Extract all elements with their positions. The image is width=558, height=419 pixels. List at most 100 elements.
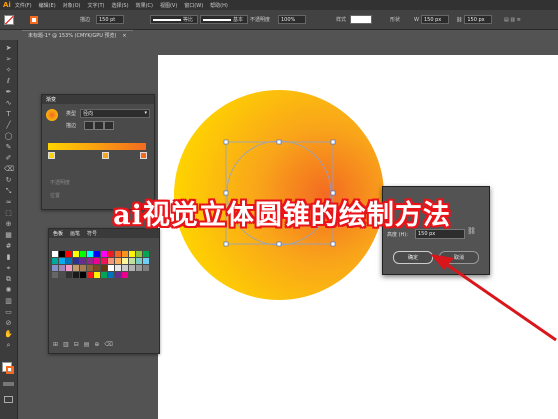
swatch-cell[interactable] [87, 251, 93, 257]
swatch-cell[interactable] [136, 258, 142, 264]
eraser-tool-icon[interactable]: ⌫ [4, 165, 14, 173]
screen-mode-icon[interactable] [4, 396, 13, 403]
swatch-cell[interactable] [66, 251, 72, 257]
swatch-cell[interactable] [80, 258, 86, 264]
swatch-cell[interactable] [73, 265, 79, 271]
menu-file[interactable]: 文件(F) [15, 2, 32, 9]
swatch-cell[interactable] [73, 258, 79, 264]
perspective-grid-tool-icon[interactable]: ▦ [4, 231, 13, 239]
swatch-cell[interactable] [115, 265, 121, 271]
width-tool-icon[interactable]: ≈ [4, 198, 13, 206]
swatch-cell[interactable] [94, 272, 100, 278]
align-icons[interactable]: ▤ ▥ ≡ [504, 15, 521, 24]
line-tool-icon[interactable]: ╱ [4, 121, 13, 129]
swatch-cell[interactable] [52, 258, 58, 264]
menu-select[interactable]: 选择(S) [111, 2, 128, 9]
swatch-cell[interactable] [129, 258, 135, 264]
swatch-cell[interactable] [129, 251, 135, 257]
type-tool-icon[interactable]: T [4, 110, 13, 118]
swatch-cell[interactable] [108, 258, 114, 264]
swatch-cell[interactable] [108, 265, 114, 271]
stroke-weight-field[interactable]: 150 pt [96, 15, 124, 24]
symbol-sprayer-tool-icon[interactable]: ✺ [4, 286, 13, 294]
swatch-cell[interactable] [73, 251, 79, 257]
close-icon[interactable]: × [122, 33, 126, 39]
height-field[interactable]: 150 px [464, 15, 493, 24]
lasso-tool-icon[interactable]: ℓ [4, 77, 13, 85]
blend-tool-icon[interactable]: ⧉ [4, 275, 13, 283]
menu-edit[interactable]: 编辑(E) [39, 2, 56, 9]
variable-width-profile[interactable]: 等比 [150, 15, 198, 24]
swatch-cell[interactable] [122, 265, 128, 271]
swatch-cell[interactable] [59, 258, 65, 264]
swatch-cell[interactable] [52, 251, 58, 257]
direct-selection-tool-icon[interactable]: ➢ [4, 55, 13, 63]
swatch-cell[interactable] [101, 258, 107, 264]
swatch-cell[interactable] [101, 251, 107, 257]
style-swatch[interactable] [350, 15, 372, 24]
swatch-cell[interactable] [52, 272, 58, 278]
swatch-cell[interactable] [73, 272, 79, 278]
swatch-cell[interactable] [136, 265, 142, 271]
swatch-cell[interactable] [80, 265, 86, 271]
swatch-cell[interactable] [115, 251, 121, 257]
menu-help[interactable]: 帮助(H) [210, 2, 228, 9]
swatch-cell[interactable] [94, 265, 100, 271]
menu-object[interactable]: 对象(O) [63, 2, 81, 9]
ellipse-tool-icon[interactable]: ◯ [4, 132, 13, 140]
eyedropper-tool-icon[interactable]: ⌖ [4, 264, 13, 272]
swatch-cell[interactable] [59, 251, 65, 257]
gradient-slider-bar[interactable] [48, 143, 146, 150]
swatch-cell[interactable] [122, 251, 128, 257]
gradient-panel-header[interactable]: 渐变 [42, 95, 154, 104]
swatch-cell[interactable] [52, 265, 58, 271]
shape-builder-tool-icon[interactable]: ⊕ [4, 220, 13, 228]
free-transform-tool-icon[interactable]: ⬚ [4, 209, 13, 217]
gradient-stop-end[interactable] [140, 152, 147, 159]
selection-tool-icon[interactable]: ➤ [4, 44, 13, 52]
swatch-cell[interactable] [143, 251, 149, 257]
scale-tool-icon[interactable]: ⤡ [4, 187, 13, 195]
slice-tool-icon[interactable]: ⊘ [4, 319, 13, 327]
swatch-cell[interactable] [66, 258, 72, 264]
stroke-swatch[interactable] [30, 15, 38, 24]
swatch-cell[interactable] [136, 251, 142, 257]
swatch-cell[interactable] [108, 272, 114, 278]
menu-type[interactable]: 文字(T) [88, 2, 105, 9]
fill-swatch[interactable] [4, 14, 14, 25]
swatch-cell[interactable] [80, 251, 86, 257]
menu-effect[interactable]: 效果(C) [136, 2, 153, 9]
menu-window[interactable]: 窗口(W) [184, 2, 203, 9]
gradient-stop-mid[interactable] [102, 152, 109, 159]
swatch-cell[interactable] [59, 265, 65, 271]
swatch-cell[interactable] [80, 272, 86, 278]
stroke-option-1-icon[interactable] [84, 121, 94, 130]
shaper-tool-icon[interactable]: ✐ [4, 154, 13, 162]
swatch-cell[interactable] [143, 265, 149, 271]
swatch-cell[interactable] [101, 265, 107, 271]
menu-view[interactable]: 视图(V) [160, 2, 177, 9]
gradient-preview-swatch[interactable] [46, 109, 58, 121]
width-field[interactable]: 150 px [420, 15, 449, 24]
swatch-panel-footer-icons[interactable]: ⊞▥⊟▤⊕⌫ [53, 341, 118, 348]
brush-definition[interactable]: 基本 [200, 15, 248, 24]
opacity-field[interactable]: 100% [278, 15, 306, 24]
color-mode-icon[interactable] [3, 382, 14, 386]
swatch-cell[interactable] [87, 272, 93, 278]
stroke-option-2-icon[interactable] [94, 121, 104, 130]
swatch-cell[interactable] [122, 272, 128, 278]
swatch-cell[interactable] [115, 258, 121, 264]
stroke-color-icon[interactable] [6, 366, 14, 374]
stroke-option-3-icon[interactable] [104, 121, 114, 130]
swatch-cell[interactable] [66, 272, 72, 278]
magic-wand-tool-icon[interactable]: ✧ [4, 66, 13, 74]
swatch-cell[interactable] [101, 272, 107, 278]
tab-swatches[interactable]: 色板 [53, 230, 63, 237]
hand-tool-icon[interactable]: ✋ [4, 330, 13, 338]
mesh-tool-icon[interactable]: # [4, 242, 13, 250]
swatch-cell[interactable] [94, 251, 100, 257]
pen-tool-icon[interactable]: ✒ [4, 88, 13, 96]
artboard-tool-icon[interactable]: ▭ [4, 308, 13, 316]
link-icon[interactable]: ⛓ [456, 17, 462, 23]
swatch-cell[interactable] [59, 272, 65, 278]
